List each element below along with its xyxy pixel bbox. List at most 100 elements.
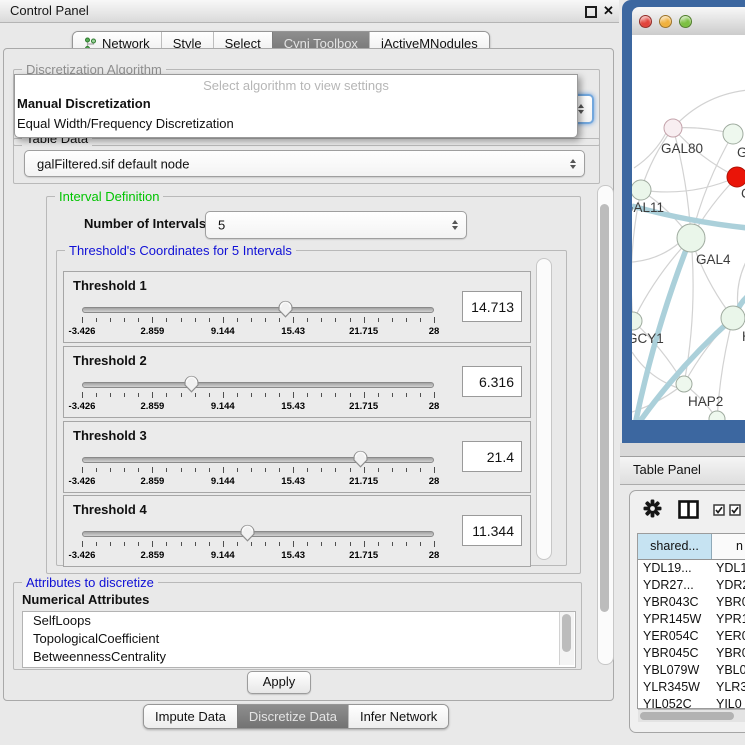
apply-button[interactable]: Apply [247, 671, 311, 694]
network-canvas[interactable]: GAL80GACGAL11GAL4GCY1HHAP2 [632, 35, 745, 420]
tick-label: 21.715 [349, 550, 378, 561]
threshold-slider[interactable]: -3.4262.8599.14415.4321.71528 [82, 522, 434, 564]
tick-mark [138, 318, 139, 322]
network-node-gcy1[interactable] [632, 312, 642, 330]
network-node-gal4[interactable] [677, 224, 705, 252]
panel-scrollbar-thumb[interactable] [600, 204, 609, 612]
table-data-combobox[interactable]: galFiltered.sif default node [24, 150, 585, 177]
table-row[interactable]: YIL052CYIL0 [638, 696, 745, 709]
tick-label: 28 [429, 401, 440, 412]
table-cell: YPR1 [712, 611, 745, 628]
network-node-p[interactable] [709, 411, 725, 420]
tick-mark [335, 318, 336, 322]
table-row[interactable]: YPR145WYPR1 [638, 611, 745, 628]
slider-track[interactable] [82, 531, 434, 537]
tab-discretize-data[interactable]: Discretize Data [237, 705, 348, 728]
slider-tick-labels: -3.4262.8599.14415.4321.71528 [82, 476, 434, 487]
tick-mark [321, 318, 322, 322]
tick-mark [124, 393, 125, 397]
list-item[interactable]: TopologicalCoefficient [23, 630, 575, 648]
tick-label: 15.43 [281, 476, 305, 487]
column-header-name[interactable]: n [712, 534, 745, 559]
panel-scrollbar[interactable] [597, 185, 614, 665]
slider-thumb-icon[interactable] [277, 299, 294, 319]
interval-definition-group-title: Interval Definition [55, 189, 163, 204]
table-row[interactable]: YBR045CYBR0 [638, 645, 745, 662]
list-item[interactable]: BetweennessCentrality [23, 648, 575, 666]
table-row[interactable]: YBR043CYBR0 [638, 594, 745, 611]
threshold-value-field[interactable]: 14.713 [462, 291, 522, 322]
mac-minimize-icon[interactable] [659, 15, 672, 28]
threshold-scrollbar[interactable] [536, 258, 552, 560]
tick-mark [378, 393, 379, 397]
table-horizontal-scrollbar[interactable] [638, 709, 745, 722]
table-row[interactable]: YBL079WYBL0 [638, 662, 745, 679]
tab-infer-network[interactable]: Infer Network [348, 705, 448, 728]
tick-mark [364, 392, 365, 398]
tick-mark [364, 467, 365, 473]
threshold-value-field[interactable]: 6.316 [462, 366, 522, 397]
threshold-value-field[interactable]: 21.4 [462, 441, 522, 472]
network-node-hap2[interactable] [676, 376, 692, 392]
slider-thumb-icon[interactable] [183, 374, 200, 394]
network-node-h[interactable] [721, 306, 745, 330]
threshold-value-field[interactable]: 11.344 [462, 515, 522, 546]
tick-label: 15.43 [281, 401, 305, 412]
close-icon[interactable]: ✕ [603, 3, 614, 19]
threshold-slider[interactable]: -3.4262.8599.14415.4321.71528 [82, 373, 434, 415]
tick-mark [406, 393, 407, 397]
slider-track[interactable] [82, 382, 434, 388]
numerical-attributes-list[interactable]: SelfLoopsTopologicalCoefficientBetweenne… [22, 611, 576, 668]
column-header-shared-name[interactable]: shared... [638, 534, 712, 559]
tick-mark [195, 468, 196, 472]
table-row[interactable]: YER054CYER0 [638, 628, 745, 645]
table-row[interactable]: YLR345WYLR3 [638, 679, 745, 696]
network-edge [641, 177, 737, 192]
network-node-ga[interactable] [723, 124, 743, 144]
threshold-item: Threshold 3-3.4262.8599.14415.4321.71528… [63, 421, 531, 493]
list-item[interactable]: SelfLoops [23, 612, 575, 630]
tick-label: 15.43 [281, 550, 305, 561]
tick-mark [350, 393, 351, 397]
algorithm-option-list: Manual DiscretizationEqual Width/Frequen… [15, 94, 577, 134]
attributes-list-scrollbar[interactable] [559, 612, 574, 665]
algorithm-option-manual-discretization[interactable]: Manual Discretization [15, 94, 577, 114]
number-of-intervals-combobox[interactable]: 5 [205, 211, 467, 239]
slider-thumb-icon[interactable] [239, 523, 256, 543]
tab-impute-data[interactable]: Impute Data [144, 705, 237, 728]
tick-mark [181, 318, 182, 322]
split-columns-icon[interactable] [678, 500, 699, 519]
number-of-intervals-label: Number of Intervals [84, 216, 206, 231]
tick-mark [96, 318, 97, 322]
float-window-icon[interactable] [585, 6, 597, 18]
tick-mark [265, 318, 266, 322]
checkbox-icon[interactable] [729, 504, 741, 516]
network-node-gal80[interactable] [664, 119, 682, 137]
network-node-c[interactable] [727, 167, 745, 187]
tick-label: 28 [429, 326, 440, 337]
checkbox-icon[interactable] [713, 504, 725, 516]
gear-icon[interactable] [643, 499, 662, 518]
table-row[interactable]: YDR27...YDR2 [638, 577, 745, 594]
threshold-slider[interactable]: -3.4262.8599.14415.4321.71528 [82, 448, 434, 490]
tick-mark [181, 393, 182, 397]
slider-track[interactable] [82, 307, 434, 313]
network-node-gal11[interactable] [632, 180, 651, 200]
tick-mark [223, 541, 224, 547]
table-row[interactable]: YDL19...YDL1 [638, 560, 745, 577]
threshold-coordinates-group: Threshold's Coordinates for 5 Intervals … [56, 250, 567, 566]
tick-label: 15.43 [281, 326, 305, 337]
tick-mark [124, 318, 125, 322]
slider-track[interactable] [82, 457, 434, 463]
table-horizontal-scrollbar-thumb[interactable] [640, 712, 734, 720]
table-header-row: shared... n [638, 534, 745, 560]
tick-label: 2.859 [141, 401, 165, 412]
tick-mark [209, 468, 210, 472]
threshold-slider[interactable]: -3.4262.8599.14415.4321.71528 [82, 298, 434, 340]
tick-mark [265, 542, 266, 546]
table-cell: YER054C [638, 628, 712, 645]
algorithm-option-equal-width-frequency-discretization[interactable]: Equal Width/Frequency Discretization [15, 114, 577, 134]
slider-thumb-icon[interactable] [352, 449, 369, 469]
mac-close-icon[interactable] [639, 15, 652, 28]
mac-zoom-icon[interactable] [679, 15, 692, 28]
